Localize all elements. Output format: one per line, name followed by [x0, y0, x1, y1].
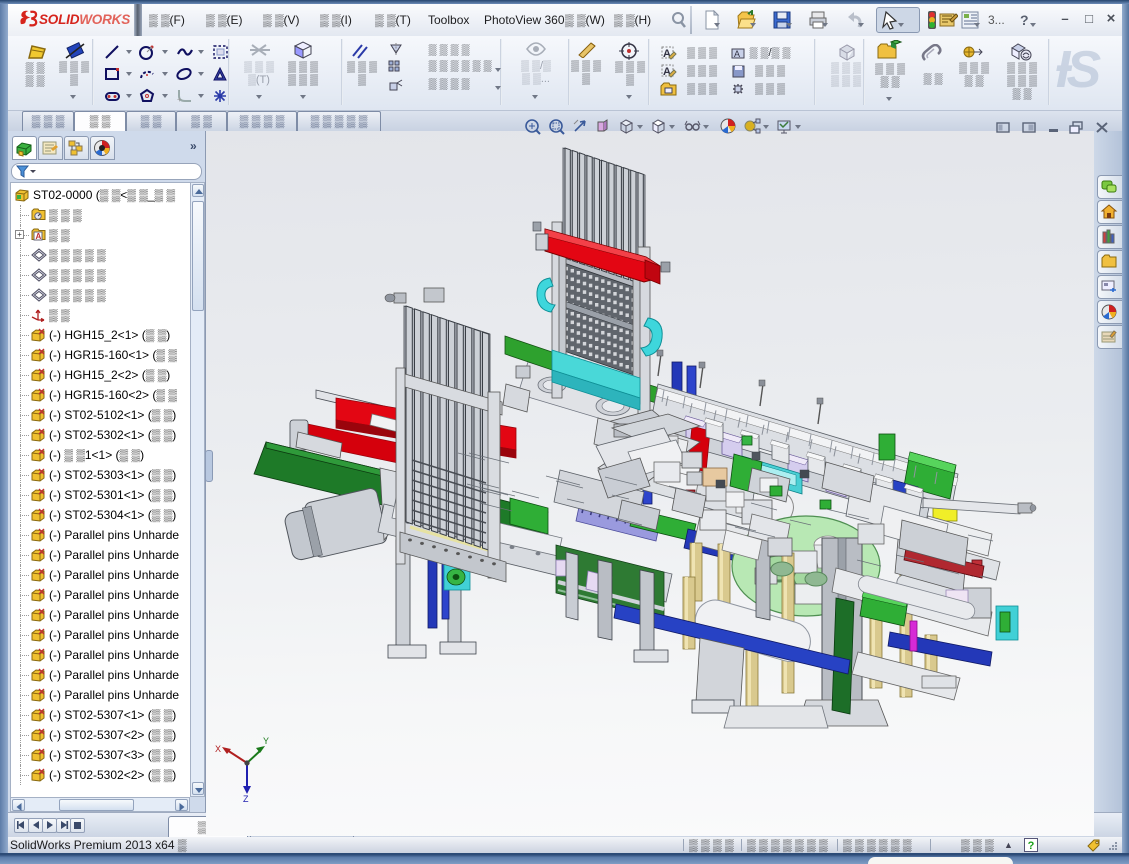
svg-text:A: A [36, 232, 42, 241]
svg-text:X: X [215, 744, 221, 754]
svg-text:+: + [177, 95, 182, 104]
svg-text:Y: Y [263, 736, 269, 746]
svg-text:Z: Z [243, 794, 249, 804]
